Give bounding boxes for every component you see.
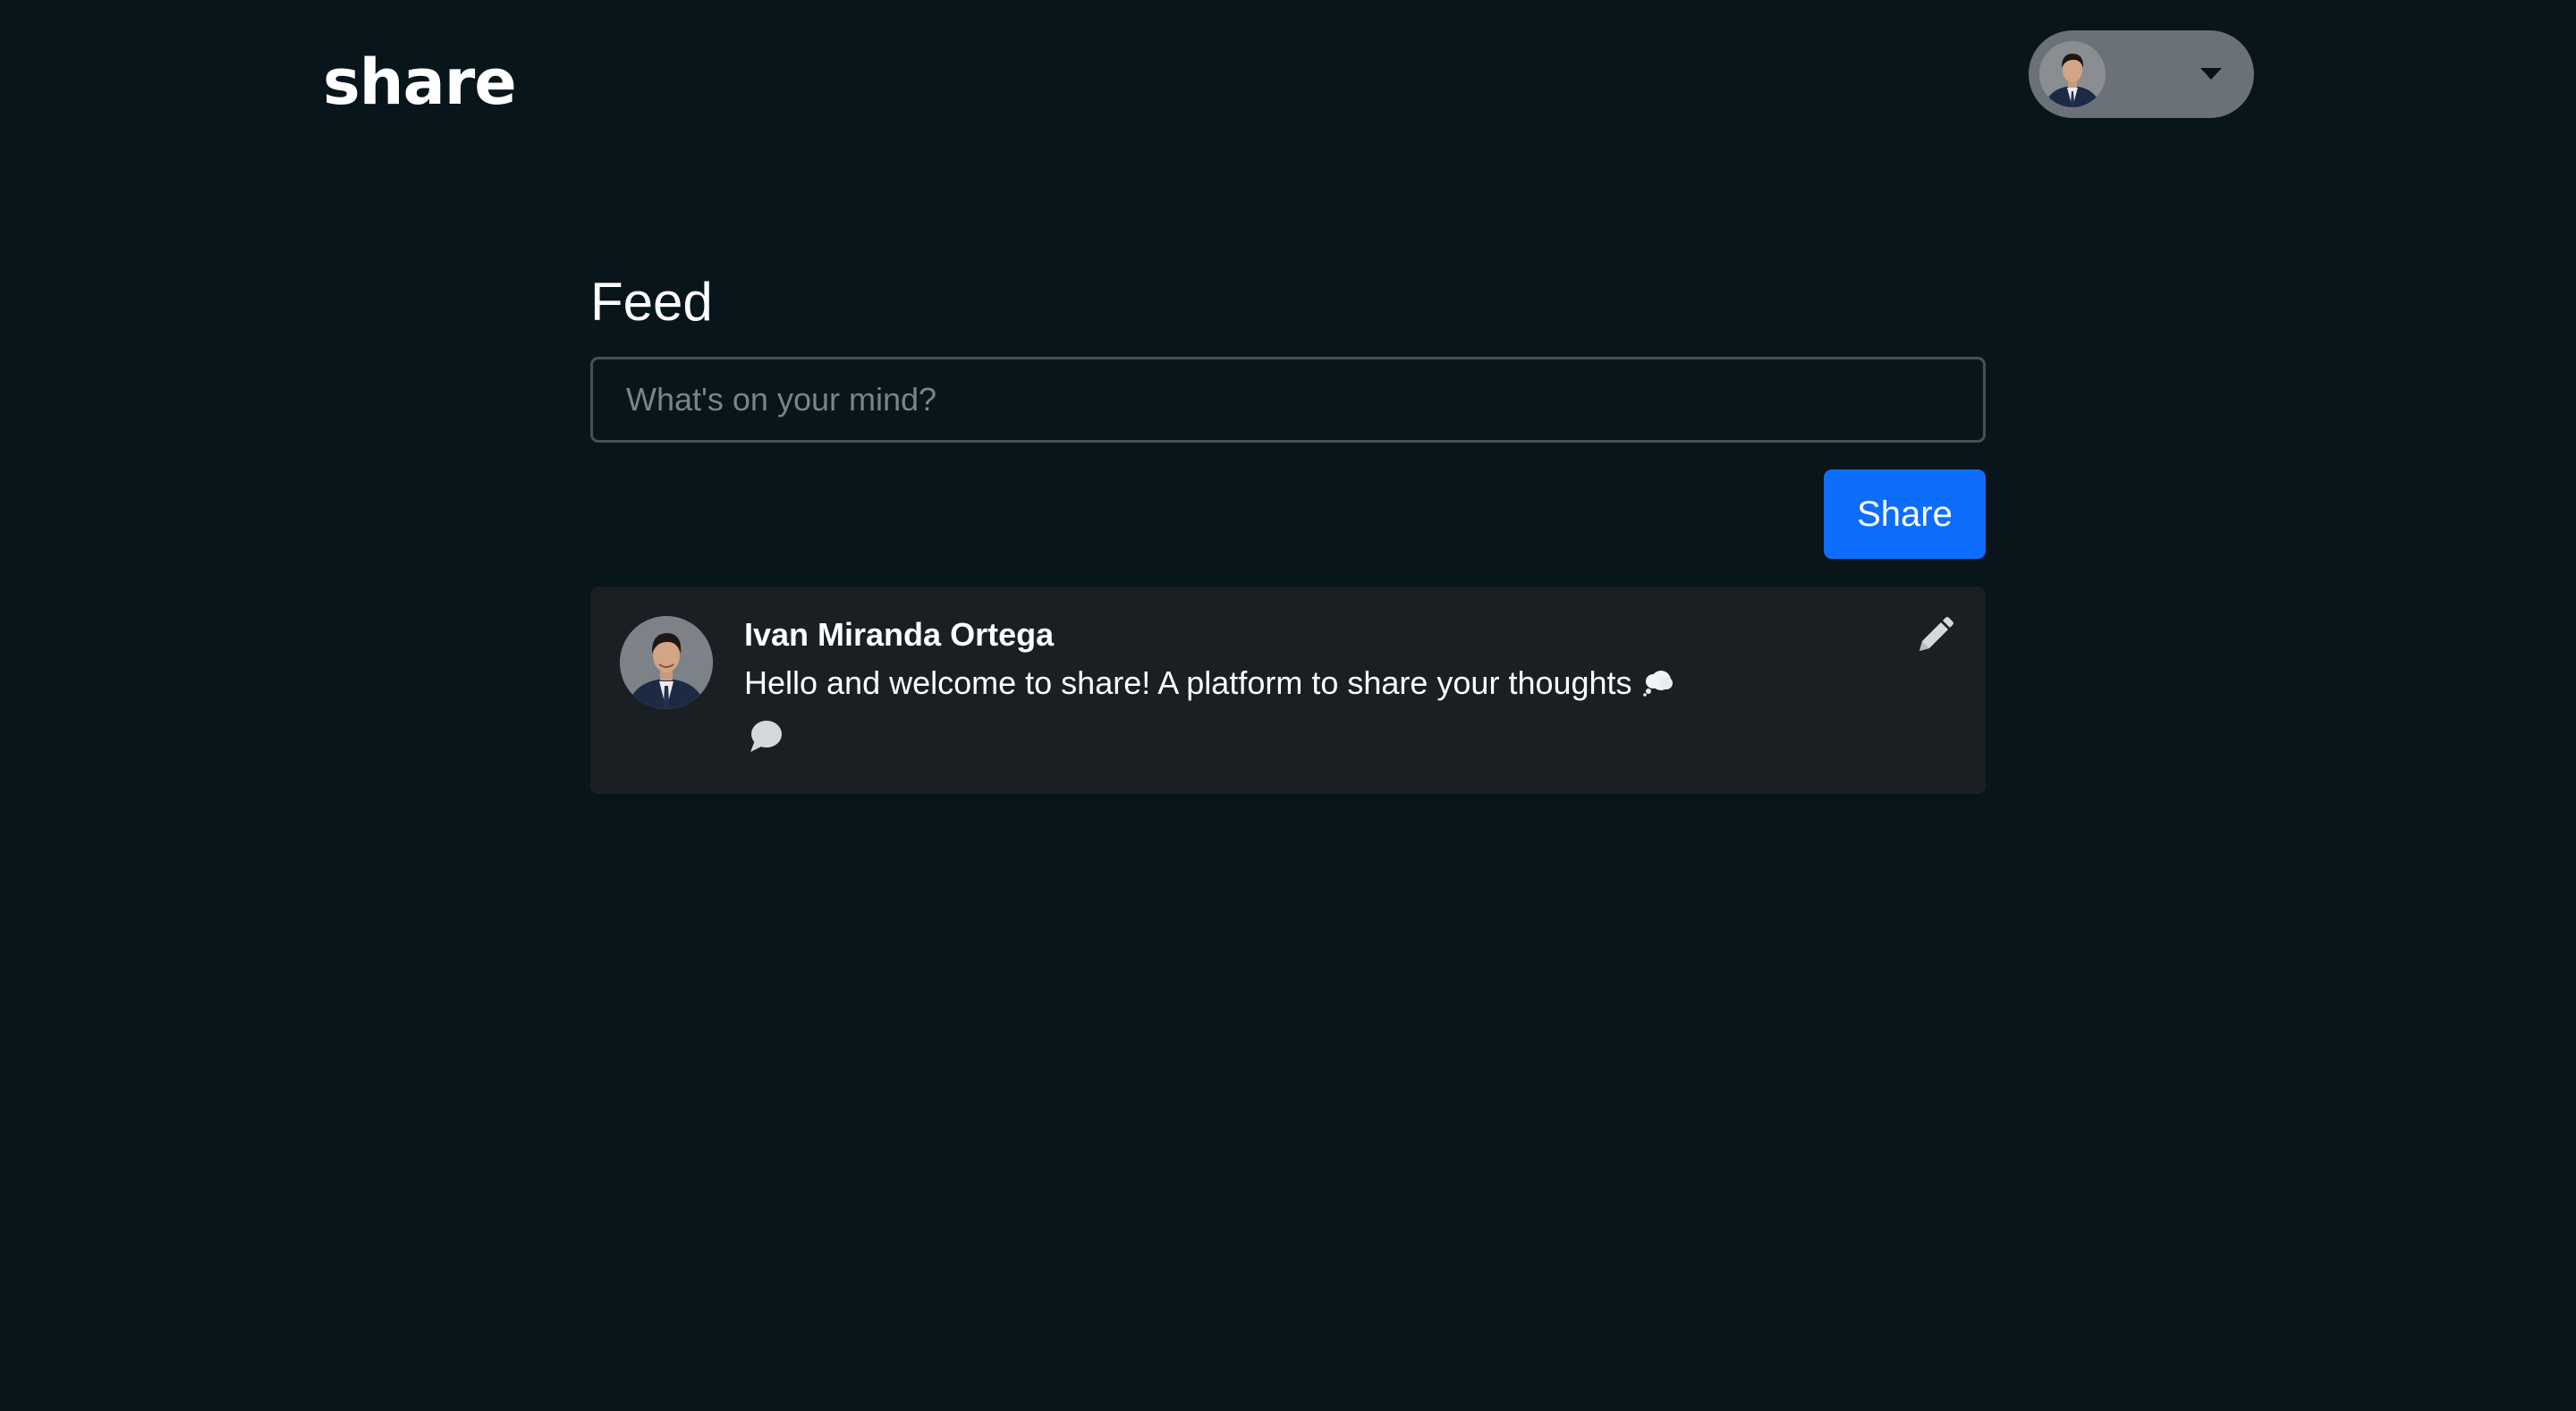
avatar[interactable] [620,616,713,709]
speech-bubble-icon [750,721,782,752]
thought-balloon-icon [1642,671,1673,697]
user-avatar-icon [2039,41,2106,107]
caret-down-icon [2195,61,2227,88]
post-card: Ivan Miranda Ortega Hello and welcome to… [590,587,1986,794]
avatar [2039,41,2106,107]
share-button[interactable]: Share [1824,469,1986,559]
post-composer-input[interactable] [590,357,1986,443]
edit-post-button[interactable] [1912,615,1955,658]
post-author-name[interactable]: Ivan Miranda Ortega [744,613,1054,656]
pencil-icon [1919,617,1953,651]
user-menu-toggle[interactable] [2029,30,2254,118]
brand-logo[interactable]: share [323,39,517,125]
comment-button[interactable] [748,719,784,755]
page-title: Feed [590,272,713,332]
user-avatar-icon [620,616,713,709]
post-body-text: Hello and welcome to share! A platform t… [744,664,1632,701]
post-body: Hello and welcome to share! A platform t… [744,662,1674,705]
